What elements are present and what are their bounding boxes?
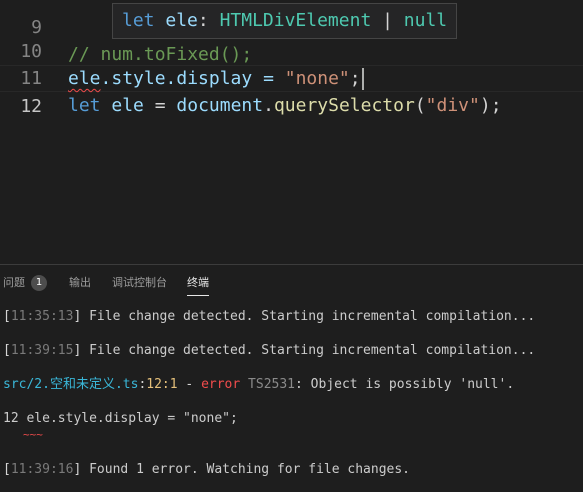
- keyword-let: let: [68, 95, 101, 116]
- error-message: : Object is possibly 'null'.: [295, 377, 515, 392]
- code-editor[interactable]: 9 // num.toFixed(); 10 11 let ele = docu…: [0, 0, 583, 264]
- string-none: "none": [284, 68, 350, 89]
- tooltip-name: ele: [154, 10, 198, 31]
- variable-ele: ele: [111, 95, 144, 116]
- tab-debug-console[interactable]: 调试控制台: [112, 275, 167, 291]
- code-text: let ele = document.querySelector("div");: [68, 92, 502, 119]
- terminal-line: [11:39:15] File change detected. Startin…: [3, 342, 535, 360]
- tab-output[interactable]: 输出: [69, 275, 91, 291]
- error-label: error: [201, 377, 241, 392]
- line-number: 12: [20, 96, 42, 117]
- tooltip-null: null: [403, 10, 448, 31]
- text-cursor: [361, 68, 364, 90]
- paren-open: (: [414, 95, 426, 116]
- bracket-open: [: [3, 309, 11, 324]
- terminal-error-line: src/2.空和未定义.ts:12:1 - error TS2531: Obje…: [3, 376, 514, 394]
- terminal-message: File change detected. Starting increment…: [81, 343, 536, 358]
- tab-problems[interactable]: 问题 1: [3, 275, 47, 291]
- timestamp: 11:35:13: [10, 309, 74, 324]
- error-position: 12:1: [146, 377, 178, 392]
- tooltip-keyword: let: [122, 10, 155, 31]
- paren-close: );: [479, 95, 502, 116]
- problems-count-badge: 1: [31, 275, 47, 291]
- tab-terminal[interactable]: 终端: [187, 275, 209, 296]
- operator-assign: =: [143, 95, 177, 116]
- terminal-message: Found 1 error. Watching for file changes…: [81, 462, 411, 477]
- bracket-open: [: [3, 462, 11, 477]
- terminal-message: File change detected. Starting increment…: [81, 309, 536, 324]
- error-code: TS2531: [240, 377, 296, 392]
- object-document: document: [176, 95, 264, 116]
- semicolon: ;: [349, 68, 361, 89]
- panel-tabs: 问题 1 输出 调试控制台 终端: [0, 265, 583, 301]
- bracket-open: [: [3, 343, 11, 358]
- timestamp: 11:39:16: [10, 462, 74, 477]
- tooltip-colon: :: [197, 10, 220, 31]
- error-file-path[interactable]: src/2.空和未定义.ts: [3, 377, 138, 392]
- terminal-line: [11:35:13] File change detected. Startin…: [3, 308, 535, 326]
- timestamp: 11:39:15: [10, 343, 74, 358]
- code-text: ele.style.display = "none";: [68, 65, 364, 92]
- tab-problems-label: 问题: [3, 276, 25, 289]
- string-div: "div": [425, 95, 480, 116]
- code-line-12[interactable]: 12 ele.style.display = "none";: [0, 65, 583, 117]
- dash: -: [177, 377, 202, 392]
- terminal-line: [11:39:16] Found 1 error. Watching for f…: [3, 461, 410, 479]
- tooltip-type: HTMLDivElement: [219, 10, 372, 31]
- bottom-panel: 问题 1 输出 调试控制台 终端 [11:35:13] File change d…: [0, 264, 583, 492]
- hover-tooltip: let ele: HTMLDivElement | null: [112, 3, 458, 39]
- property-access: .style.display =: [100, 68, 285, 89]
- dot: .: [263, 95, 274, 116]
- method-queryselector: querySelector: [273, 95, 415, 116]
- error-underline-marker: ~~~: [23, 428, 43, 441]
- code-line-11[interactable]: 11 let ele = document.querySelector("div…: [0, 38, 583, 116]
- variable-ele-error[interactable]: ele: [68, 68, 101, 89]
- tooltip-pipe: |: [371, 10, 404, 31]
